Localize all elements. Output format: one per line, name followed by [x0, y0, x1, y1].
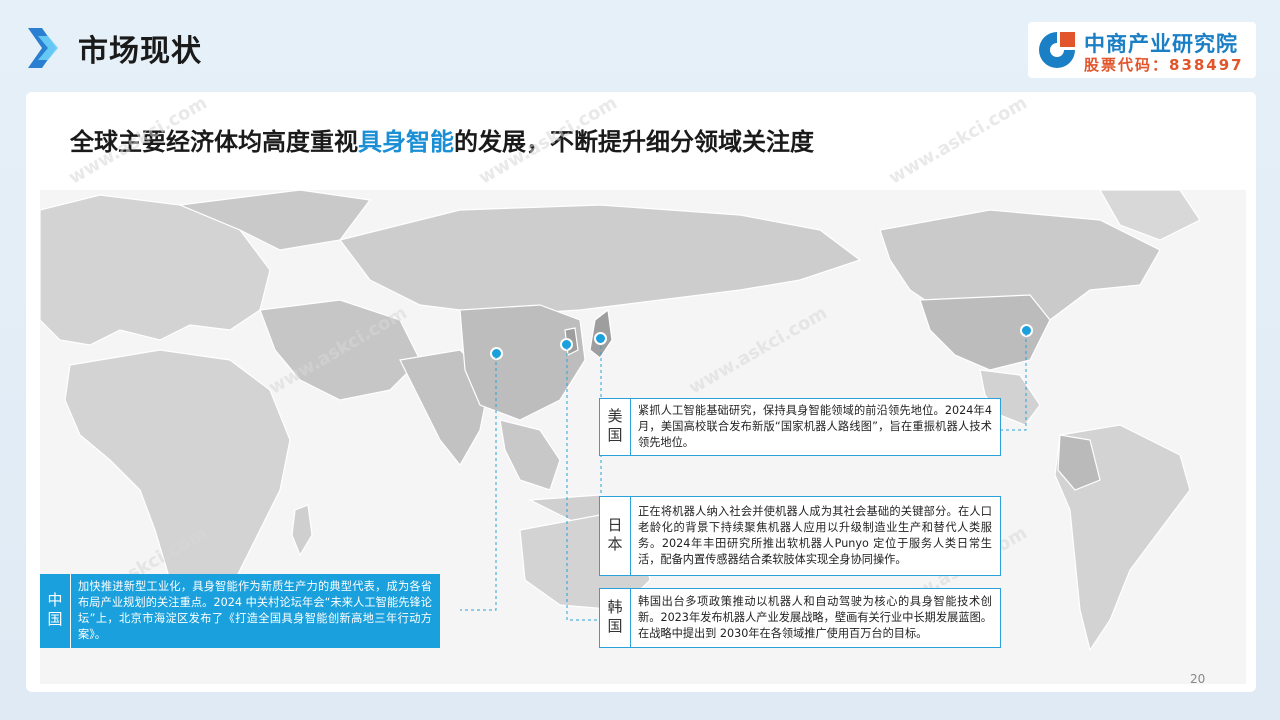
company-logo-icon	[1039, 32, 1075, 68]
card-china-tag: 中国	[40, 574, 71, 648]
page-title: 市场现状	[78, 34, 202, 69]
panel-header: 全球主要经济体均高度重视具身智能的发展，不断提升细分领域关注度	[26, 92, 1256, 190]
stock-code: 股票代码：838497	[1084, 56, 1244, 74]
card-usa-text: 紧抓人工智能基础研究，保持具身智能领域的前沿领先地位。2024年4月，美国高校联…	[638, 404, 992, 449]
card-japan-text: 正在将机器人纳入社会并使机器人成为其社会基础的关键部分。在人口老龄化的背景下持续…	[638, 505, 992, 566]
company-logo: 中商产业研究院 股票代码：838497	[1028, 22, 1256, 78]
card-china-text: 加快推进新型工业化，具身智能作为新质生产力的典型代表，成为各省布局产业规划的关注…	[78, 580, 432, 641]
card-korea-tag: 韩国	[600, 589, 631, 647]
subtitle-highlight: 具身智能	[358, 128, 454, 156]
card-korea-text: 韩国出台多项政策推动以机器人和自动驾驶为核心的具身智能技术创新。2023年发布机…	[638, 595, 992, 640]
chevron-logo-icon	[28, 28, 58, 68]
card-japan: 日本 正在将机器人纳入社会并使机器人成为其社会基础的关键部分。在人口老龄化的背景…	[599, 496, 1001, 576]
card-usa-tag: 美国	[600, 399, 631, 455]
card-korea: 韩国 韩国出台多项政策推动以机器人和自动驾驶为核心的具身智能技术创新。2023年…	[599, 588, 1001, 648]
card-usa: 美国 紧抓人工智能基础研究，保持具身智能领域的前沿领先地位。2024年4月，美国…	[599, 398, 1001, 456]
page-number: 20	[1190, 672, 1206, 686]
card-china: 中国 加快推进新型工业化，具身智能作为新质生产力的典型代表，成为各省布局产业规划…	[40, 574, 440, 648]
card-japan-tag: 日本	[600, 497, 631, 575]
